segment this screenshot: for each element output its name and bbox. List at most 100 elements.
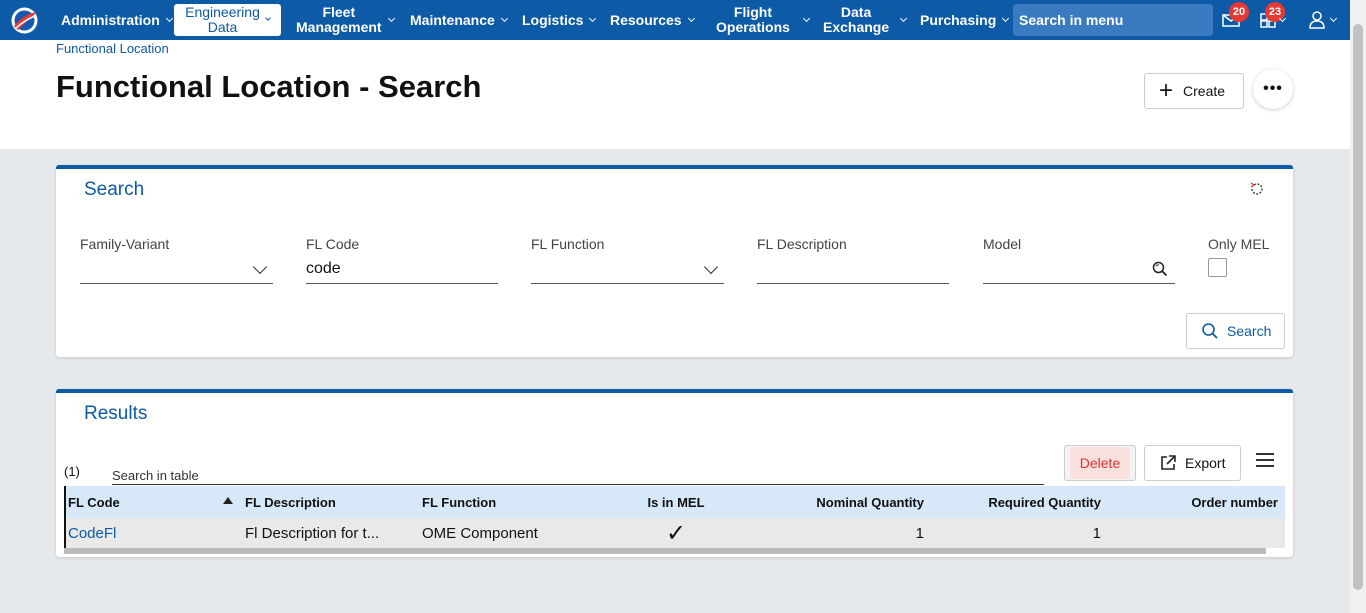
chevron-down-icon <box>387 14 395 22</box>
search-button-label: Search <box>1227 323 1272 339</box>
fl-code-link[interactable]: CodeFl <box>68 518 218 548</box>
nav-fleet-management-line1: Fleet <box>322 4 356 20</box>
nav-flight-operations[interactable]: Flight Operations <box>716 0 810 40</box>
only-mel-field: Only MEL <box>1208 236 1278 277</box>
nav-data-exchange-line1: Data <box>840 4 872 20</box>
breadcrumb[interactable]: Functional Location <box>56 41 169 56</box>
mail-button[interactable]: 20 <box>1221 2 1249 30</box>
nav-maintenance-label: Maintenance <box>410 12 495 28</box>
nav-logistics-label: Logistics <box>522 12 584 28</box>
table-header-row: FL Code FL Description FL Function Is in… <box>64 486 1285 518</box>
chevron-down-icon <box>265 15 271 21</box>
column-header-is-in-mel[interactable]: Is in MEL <box>626 486 726 518</box>
nav-administration-label: Administration <box>61 12 160 28</box>
search-panel-title: Search <box>84 179 145 200</box>
column-header-required-quantity[interactable]: Required Quantity <box>946 486 1101 518</box>
family-variant-label: Family-Variant <box>80 236 170 252</box>
table-search-input[interactable] <box>112 465 1044 485</box>
fl-code-input[interactable]: code <box>306 258 498 284</box>
page-header: Functional Location Functional Location … <box>0 40 1350 149</box>
results-panel-title: Results <box>84 403 148 424</box>
column-header-fl-description[interactable]: FL Description <box>245 486 405 518</box>
delete-button[interactable]: Delete <box>1064 445 1136 481</box>
chevron-down-icon <box>687 14 695 22</box>
table-row[interactable]: CodeFl Fl Description for t... OME Compo… <box>64 518 1285 548</box>
nav-flight-operations-line1: Flight <box>733 4 772 20</box>
search-button[interactable]: Search <box>1186 313 1285 349</box>
fl-function-label: FL Function <box>531 236 605 252</box>
results-table: FL Code FL Description FL Function Is in… <box>64 486 1285 548</box>
column-header-fl-function[interactable]: FL Function <box>422 486 582 518</box>
mail-count-badge: 20 <box>1229 2 1249 22</box>
nav-fleet-management[interactable]: Fleet Management <box>296 0 395 40</box>
results-count: (1) <box>64 464 80 479</box>
model-lookup-icon[interactable] <box>1151 260 1169 278</box>
user-icon <box>1309 11 1325 29</box>
nav-fleet-management-line2: Management <box>296 19 382 35</box>
app-logo-icon[interactable] <box>10 6 39 35</box>
column-header-fl-code[interactable]: FL Code <box>68 486 218 518</box>
nav-purchasing[interactable]: Purchasing <box>920 0 1010 40</box>
plus-icon: + <box>1159 77 1174 104</box>
fl-description-field: FL Description <box>757 236 949 284</box>
create-button[interactable]: + Create <box>1144 73 1244 109</box>
fl-description-input[interactable] <box>757 258 949 284</box>
only-mel-checkbox[interactable] <box>1208 258 1227 277</box>
page-title: Functional Location - Search <box>56 69 482 104</box>
fl-code-value: code <box>306 260 341 277</box>
tasks-button[interactable]: 23 <box>1258 2 1287 30</box>
page-vertical-scrollbar[interactable] <box>1350 0 1366 613</box>
results-panel: Results (1) Delete Export FL Code FL Des… <box>56 389 1293 557</box>
is-in-mel-check-icon: ✓ <box>665 519 687 547</box>
fl-function-field: FL Function <box>531 236 724 284</box>
search-icon <box>1202 323 1218 339</box>
chevron-down-icon <box>900 14 908 22</box>
nav-purchasing-label: Purchasing <box>920 12 997 28</box>
delete-button-label: Delete <box>1069 447 1131 479</box>
chevron-down-icon <box>252 259 268 275</box>
more-options-button[interactable]: ••• <box>1253 69 1293 109</box>
chevron-down-icon <box>703 259 719 275</box>
nav-data-exchange[interactable]: Data Exchange <box>823 0 908 40</box>
fl-function-cell: OME Component <box>422 524 538 542</box>
nav-logistics[interactable]: Logistics <box>522 0 597 40</box>
export-button[interactable]: Export <box>1144 445 1241 481</box>
nav-data-exchange-line2: Exchange <box>823 19 890 35</box>
nav-engineering-data-line1: Engineering <box>185 4 260 20</box>
required-quantity-cell: 1 <box>1092 524 1101 542</box>
nav-resources[interactable]: Resources <box>610 0 695 40</box>
nav-administration[interactable]: Administration <box>61 0 173 40</box>
chevron-down-icon <box>802 14 810 22</box>
nav-maintenance[interactable]: Maintenance <box>410 0 508 40</box>
chevron-down-icon <box>165 14 173 22</box>
fl-code-field: FL Code code <box>306 236 498 284</box>
create-button-label: Create <box>1183 83 1226 99</box>
nav-flight-operations-line2: Operations <box>716 19 790 35</box>
chevron-down-icon <box>1278 14 1287 23</box>
column-header-order-number[interactable]: Order number <box>1126 486 1278 518</box>
menu-search-input[interactable] <box>1013 4 1213 36</box>
nav-resources-label: Resources <box>610 12 682 28</box>
sort-ascending-icon <box>223 497 233 504</box>
fl-description-cell: Fl Description for t... <box>245 524 380 542</box>
nav-engineering-data[interactable]: Engineering Data <box>174 4 281 36</box>
chevron-down-icon <box>500 14 508 22</box>
fl-function-select[interactable] <box>531 258 724 284</box>
family-variant-select[interactable] <box>80 258 273 284</box>
only-mel-label: Only MEL <box>1208 236 1270 252</box>
search-panel: Search Family-Variant FL Code code FL Fu… <box>56 165 1293 357</box>
scrollbar-thumb[interactable] <box>1353 24 1363 590</box>
family-variant-field: Family-Variant <box>80 236 273 284</box>
table-horizontal-scrollbar[interactable] <box>64 548 1266 554</box>
reset-icon[interactable] <box>1249 181 1265 197</box>
order-number-cell <box>1126 518 1278 548</box>
column-header-nominal-quantity[interactable]: Nominal Quantity <box>766 486 924 518</box>
user-menu-button[interactable] <box>1308 10 1340 30</box>
model-input[interactable] <box>983 258 1175 284</box>
column-menu-icon[interactable] <box>1256 453 1274 469</box>
fl-description-label: FL Description <box>757 236 847 252</box>
chevron-down-icon <box>1329 14 1338 23</box>
model-label: Model <box>983 236 1022 252</box>
model-field: Model <box>983 236 1175 284</box>
nav-engineering-data-line2: Data <box>207 19 238 35</box>
